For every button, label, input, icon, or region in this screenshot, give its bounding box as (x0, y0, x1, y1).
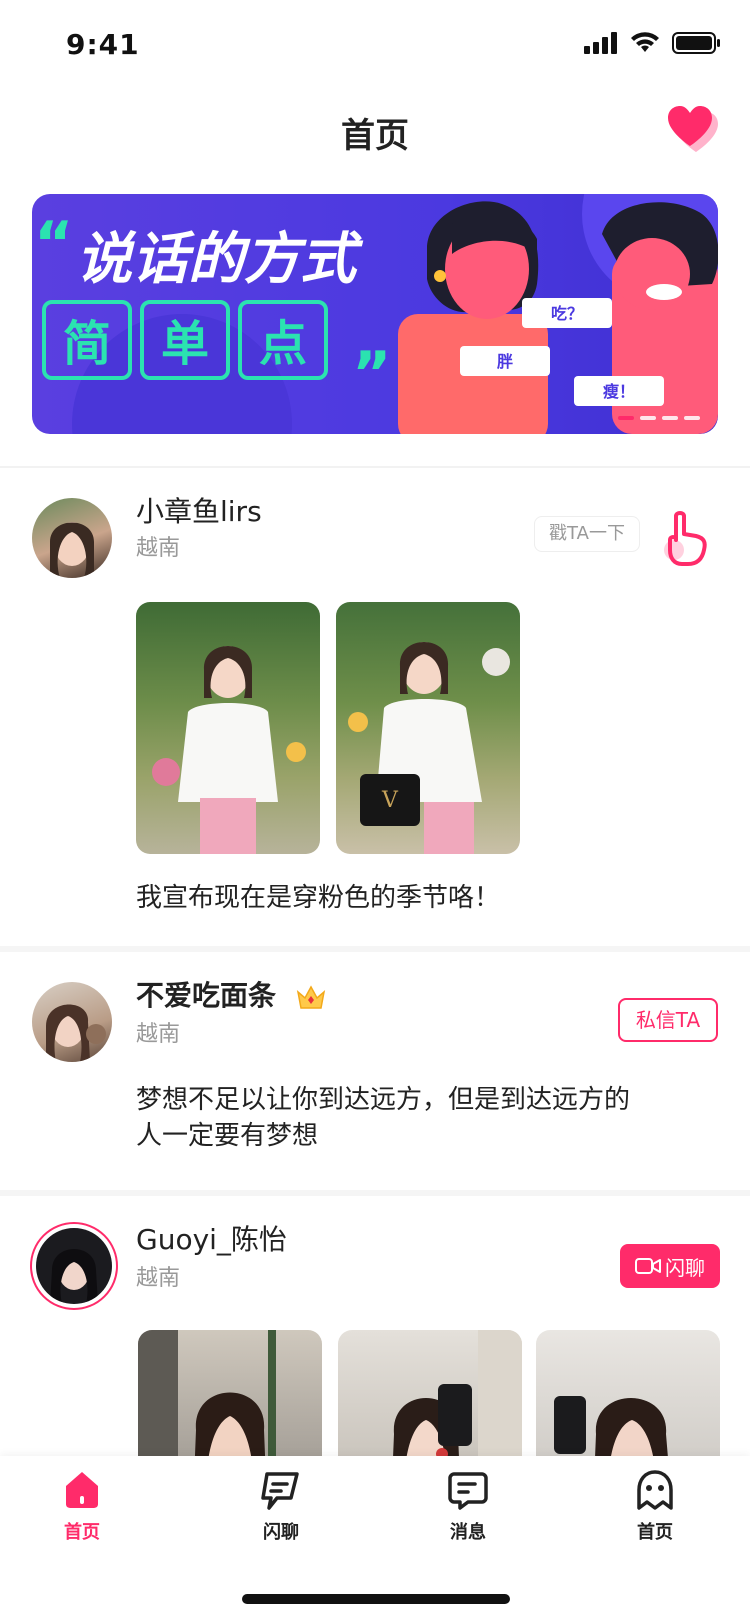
bubble-text-1: 吃？ (551, 304, 583, 323)
video-camera-icon (635, 1258, 661, 1274)
svg-text:“: “ (34, 209, 73, 279)
post-photo[interactable] (136, 602, 320, 854)
banner-illustration: “ ” 吃？ 胖 瘦！ 说话的方式 简 单 点 (34, 194, 718, 434)
post-author-name[interactable]: 小章鱼lirs (136, 490, 262, 530)
banner-char-3: 点 (259, 316, 307, 372)
status-icons (584, 32, 720, 54)
page-title: 首页 (341, 116, 409, 156)
tab-label: 消息 (450, 1522, 486, 1543)
svg-text:”: ” (352, 339, 391, 409)
svg-text:V: V (381, 788, 399, 813)
avatar-image (36, 1228, 112, 1304)
flash-chat-icon (261, 1472, 299, 1510)
heart-match-icon[interactable] (666, 104, 722, 156)
message-icon (448, 1472, 488, 1510)
photo-image: V (348, 642, 510, 854)
tab-label: 闪聊 (263, 1522, 299, 1543)
banner-carousel[interactable]: “ ” 吃？ 胖 瘦！ 说话的方式 简 单 点 (32, 194, 718, 434)
avatar[interactable] (32, 982, 112, 1062)
banner-char-1: 简 (63, 316, 111, 372)
wifi-icon (631, 32, 659, 52)
private-message-button[interactable]: 私信TA (618, 998, 718, 1042)
feed-post: 不爱吃面条 越南 私信TA 梦想不足以让你到达远方，但是到达远方的 人一定要有梦… (0, 952, 750, 1188)
banner-dot (684, 416, 700, 420)
banner-dot (640, 416, 656, 420)
post-author-name[interactable]: 不爱吃面条 (136, 974, 326, 1014)
ghost-icon (637, 1470, 673, 1510)
bubble-text-2: 胖 (497, 352, 513, 371)
flash-chat-label: 闪聊 (665, 1255, 705, 1280)
banner-pagination (618, 416, 700, 420)
banner-dot (618, 416, 634, 420)
banner-dot (662, 416, 678, 420)
poke-hand-icon[interactable] (658, 510, 714, 566)
status-bar: 9:41 (0, 0, 750, 88)
tab-flash-chat[interactable]: 闪聊 (226, 1468, 336, 1544)
post-text: 梦想不足以让你到达远方，但是到达远方的 人一定要有梦想 (136, 1082, 736, 1154)
photo-image (152, 646, 306, 854)
avatar-image (46, 1004, 106, 1062)
tab-label: 首页 (637, 1522, 673, 1543)
home-indicator (242, 1594, 510, 1604)
signal-icon (584, 32, 617, 54)
post-text: 我宣布现在是穿粉色的季节咯！ (136, 883, 501, 913)
tab-label: 首页 (64, 1522, 100, 1543)
vip-crown-icon (296, 985, 325, 1009)
tab-home[interactable]: 首页 (27, 1468, 137, 1544)
post-text-line: 人一定要有梦想 (136, 1121, 319, 1151)
post-author-name[interactable]: Guoyi_陈怡 (136, 1218, 287, 1258)
flash-chat-button[interactable]: 闪聊 (620, 1244, 720, 1288)
avatar[interactable] (30, 1222, 118, 1310)
post-photo[interactable]: V (336, 602, 520, 854)
post-text-line: 梦想不足以让你到达远方，但是到达远方的 (136, 1085, 631, 1115)
banner-title: 说话的方式 (76, 227, 364, 292)
status-time: 9:41 (66, 28, 140, 61)
feed-post: Guoyi_陈怡 越南 闪聊 (0, 1196, 750, 1530)
post-location: 越南 (136, 536, 181, 561)
bubble-text-3: 瘦！ (603, 382, 635, 401)
post-location: 越南 (136, 1022, 181, 1047)
avatar-portrait (50, 1249, 98, 1304)
poke-button[interactable]: 戳TA一下 (534, 516, 640, 552)
feed-post: 小章鱼lirs 越南 戳TA一下 V 我宣布现在是穿粉色的季节咯！ (0, 468, 750, 948)
avatar[interactable] (32, 498, 112, 578)
avatar-image (50, 522, 94, 578)
post-location: 越南 (136, 1266, 181, 1291)
home-icon (66, 1472, 98, 1508)
tab-profile[interactable]: 首页 (600, 1468, 710, 1544)
nav-bar: 首页 (0, 96, 750, 168)
banner-char-2: 单 (161, 316, 209, 372)
battery-icon (672, 32, 720, 54)
tab-messages[interactable]: 消息 (413, 1468, 523, 1544)
post-author-name-text: 不爱吃面条 (136, 979, 277, 1012)
